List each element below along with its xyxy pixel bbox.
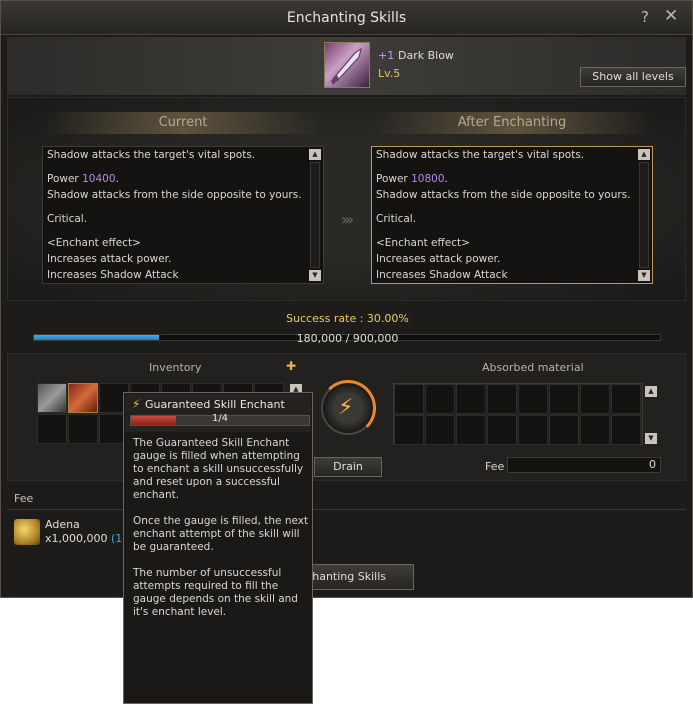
- guaranteed-enchant-tooltip: ⚡ Guaranteed Skill Enchant 1/4 The Guara…: [123, 392, 313, 704]
- progress-text: 180,000 / 900,000: [296, 332, 399, 345]
- tooltip-body: The Guaranteed Skill Enchant gauge is fi…: [133, 437, 309, 632]
- title-bar: Enchanting Skills ? ✕: [1, 1, 692, 35]
- divider: [7, 509, 686, 510]
- material-slot[interactable]: [580, 415, 610, 445]
- current-line4: Critical.: [47, 213, 88, 225]
- drain-button[interactable]: Drain: [314, 457, 382, 477]
- skill-name: Dark Blow: [398, 49, 454, 62]
- skill-level: Lv.5: [378, 67, 401, 80]
- after-line1: Shadow attacks the target's vital spots.: [376, 149, 585, 161]
- material-slot[interactable]: [487, 415, 517, 445]
- dark-blow-skill-icon: [324, 42, 370, 88]
- scroll-down-icon[interactable]: ▼: [309, 270, 321, 281]
- adena-name: Adena: [45, 518, 80, 531]
- material-slot[interactable]: [580, 384, 610, 414]
- material-slot[interactable]: [394, 415, 424, 445]
- absorbed-scroll-down-icon[interactable]: ▼: [645, 433, 657, 444]
- current-line1: Shadow attacks the target's vital spots.: [47, 149, 256, 161]
- after-power-value: 10800: [411, 173, 445, 185]
- after-scrollbar[interactable]: ▲ ▼: [638, 149, 650, 281]
- after-effect2: Increases Shadow Attack: [376, 269, 508, 281]
- inventory-slot[interactable]: [37, 383, 67, 413]
- show-all-levels-button[interactable]: Show all levels: [580, 67, 686, 87]
- current-effect2: Increases Shadow Attack: [47, 269, 179, 281]
- current-effect-title: <Enchant effect>: [47, 237, 141, 249]
- guaranteed-enchant-gauge[interactable]: ⚡: [320, 380, 376, 436]
- material-slot[interactable]: [549, 384, 579, 414]
- material-slot[interactable]: [394, 384, 424, 414]
- enchanting-skills-window: Enchanting Skills ? ✕ +1 Dark Blow Lv.5 …: [0, 0, 693, 598]
- after-power-line: Power 10800.: [376, 173, 448, 185]
- absorbed-material-grid: [393, 383, 643, 445]
- help-button[interactable]: ?: [641, 8, 649, 26]
- tooltip-header: ⚡ Guaranteed Skill Enchant 1/4: [125, 394, 311, 432]
- material-slot[interactable]: [456, 415, 486, 445]
- material-slot[interactable]: [518, 384, 548, 414]
- material-slot[interactable]: [611, 415, 641, 445]
- after-line3: Shadow attacks from the side opposite to…: [376, 189, 631, 201]
- lightning-icon: ⚡: [132, 397, 141, 411]
- tooltip-para2: Once the gauge is filled, the next encha…: [133, 515, 309, 553]
- scroll-up-icon[interactable]: ▲: [309, 149, 321, 160]
- scroll-down-icon[interactable]: ▼: [638, 270, 650, 281]
- current-power-value: 10400: [82, 173, 116, 185]
- skill-enchant-plus: +1: [378, 49, 395, 62]
- close-button[interactable]: ✕: [664, 6, 678, 26]
- inventory-slot[interactable]: [68, 414, 98, 444]
- tooltip-gauge-text: 1/4: [211, 413, 229, 424]
- current-effect1: Increases attack power.: [47, 253, 172, 265]
- absorbed-fee-label: Fee: [485, 460, 505, 473]
- material-slot[interactable]: [425, 384, 455, 414]
- tooltip-para3: The number of unsuccessful attempts requ…: [133, 567, 298, 618]
- current-heading: Current: [44, 112, 322, 134]
- absorbed-material-label: Absorbed material: [482, 361, 584, 374]
- tooltip-title: Guaranteed Skill Enchant: [145, 398, 285, 411]
- skill-header: +1 Dark Blow Lv.5 Show all levels: [7, 37, 686, 95]
- inventory-slot[interactable]: [68, 383, 98, 413]
- scroll-track[interactable]: [310, 162, 320, 268]
- current-power-line: Power 10400.: [47, 173, 119, 185]
- current-scrollbar[interactable]: ▲ ▼: [309, 149, 321, 281]
- after-line4: Critical.: [376, 213, 417, 225]
- after-description[interactable]: Shadow attacks the target's vital spots.…: [371, 146, 653, 284]
- scroll-up-icon[interactable]: ▲: [638, 149, 650, 160]
- material-slot[interactable]: [487, 384, 517, 414]
- inventory-label: Inventory: [149, 361, 202, 374]
- absorbed-scroll-up-icon[interactable]: ▲: [645, 386, 657, 397]
- success-rate: Success rate : 30.00%: [286, 312, 409, 325]
- fee-section-label: Fee: [14, 492, 34, 505]
- adena-coin-icon: [14, 519, 40, 545]
- tooltip-para1: The Guaranteed Skill Enchant gauge is fi…: [133, 437, 304, 501]
- material-slot[interactable]: [425, 415, 455, 445]
- dagger-icon: [331, 47, 362, 85]
- absorbed-fee-value: 0: [507, 457, 661, 473]
- current-line3: Shadow attacks from the side opposite to…: [47, 189, 302, 201]
- material-slot[interactable]: [611, 384, 641, 414]
- lightning-icon: ⚡: [338, 395, 354, 420]
- add-adena-icon[interactable]: ✚: [286, 359, 302, 375]
- material-slot[interactable]: [456, 384, 486, 414]
- compare-area: Current After Enchanting Shadow attacks …: [7, 97, 686, 301]
- arrow-right-icon: ›››: [341, 210, 354, 229]
- after-effect1: Increases attack power.: [376, 253, 501, 265]
- material-slot[interactable]: [518, 415, 548, 445]
- after-enchanting-heading: After Enchanting: [372, 112, 652, 134]
- current-description[interactable]: Shadow attacks the target's vital spots.…: [42, 146, 324, 284]
- after-effect-title: <Enchant effect>: [376, 237, 470, 249]
- scroll-track[interactable]: [639, 162, 649, 268]
- material-slot[interactable]: [549, 415, 579, 445]
- window-title: Enchanting Skills: [286, 10, 407, 26]
- inventory-slot[interactable]: [37, 414, 67, 444]
